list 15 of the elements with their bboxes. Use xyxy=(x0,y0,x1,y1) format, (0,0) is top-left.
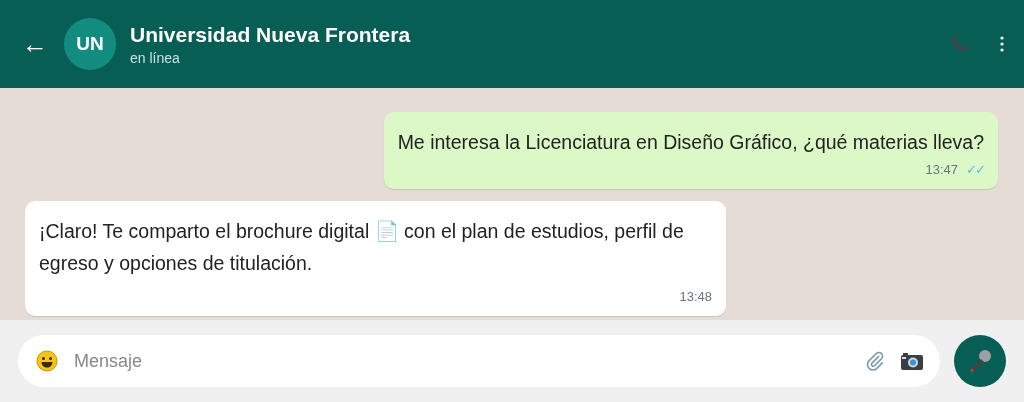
message-time: 13:48 xyxy=(679,289,712,305)
contact-status: en línea xyxy=(130,49,181,66)
message-text: ¡Claro! Te comparto el brochure digital 📄 con el plan de estudios, perfil de egreso y opciones de titulación. xyxy=(39,219,685,276)
more-options-icon[interactable] xyxy=(1000,36,1004,52)
back-button[interactable]: ← xyxy=(22,28,48,60)
message-text: Me interesa la Licenciatura en Diseño Gráfico, ¿qué materias lleva? xyxy=(397,130,984,155)
camera-icon[interactable] xyxy=(900,350,924,372)
avatar: UN xyxy=(64,18,116,70)
chat-title: Universidad Nueva Frontera xyxy=(130,22,411,47)
read-receipt-ticks: ✓✓ xyxy=(966,162,984,178)
message-time: 13:47 xyxy=(925,162,958,178)
message-bar[interactable]: Mensaje xyxy=(18,335,940,387)
paperclip-icon[interactable] xyxy=(864,350,886,372)
microphone-button[interactable] xyxy=(954,335,1006,387)
smiley-icon[interactable] xyxy=(36,350,58,372)
